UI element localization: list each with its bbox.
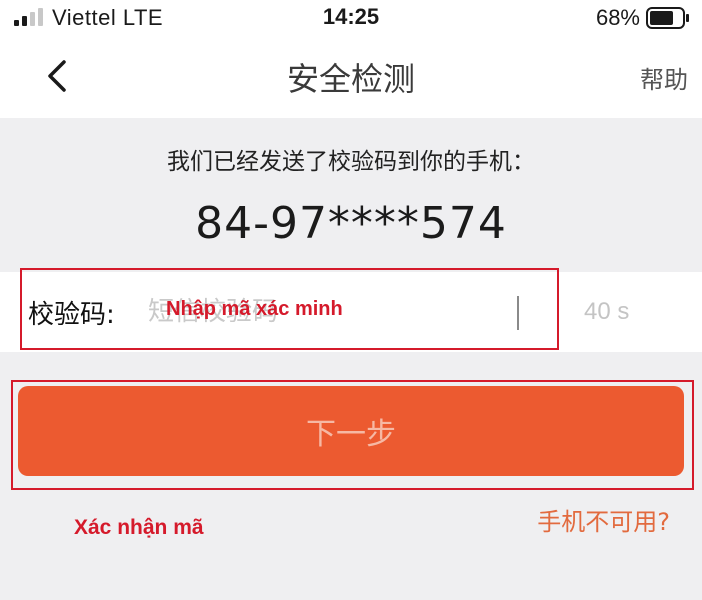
battery-percentage: 68% xyxy=(595,5,640,30)
status-bar: Viettel LTE 14:25 68% xyxy=(0,0,702,36)
navigation-bar: 安全检测 帮助 xyxy=(0,36,702,118)
next-step-button[interactable]: 下一步 xyxy=(18,386,684,476)
verification-code-row: 校验码: 40 s xyxy=(0,272,702,352)
page-title: 安全检测 xyxy=(286,60,415,98)
text-caret xyxy=(517,296,519,330)
phone-unavailable-link[interactable]: 手机不可用? xyxy=(537,502,670,537)
verification-code-label: 校验码: xyxy=(28,300,115,330)
help-link[interactable]: 帮助 xyxy=(640,60,688,95)
code-sent-message: 我们已经发送了校验码到你的手机： xyxy=(167,149,535,175)
battery-icon xyxy=(646,7,689,29)
masked-phone-number: 84-97****574 xyxy=(195,198,507,249)
resend-countdown[interactable]: 40 s xyxy=(584,298,629,326)
annotation-input-note: Nhập mã xác minh xyxy=(166,298,343,320)
annotation-confirm-note: Xác nhận mã xyxy=(74,516,204,539)
